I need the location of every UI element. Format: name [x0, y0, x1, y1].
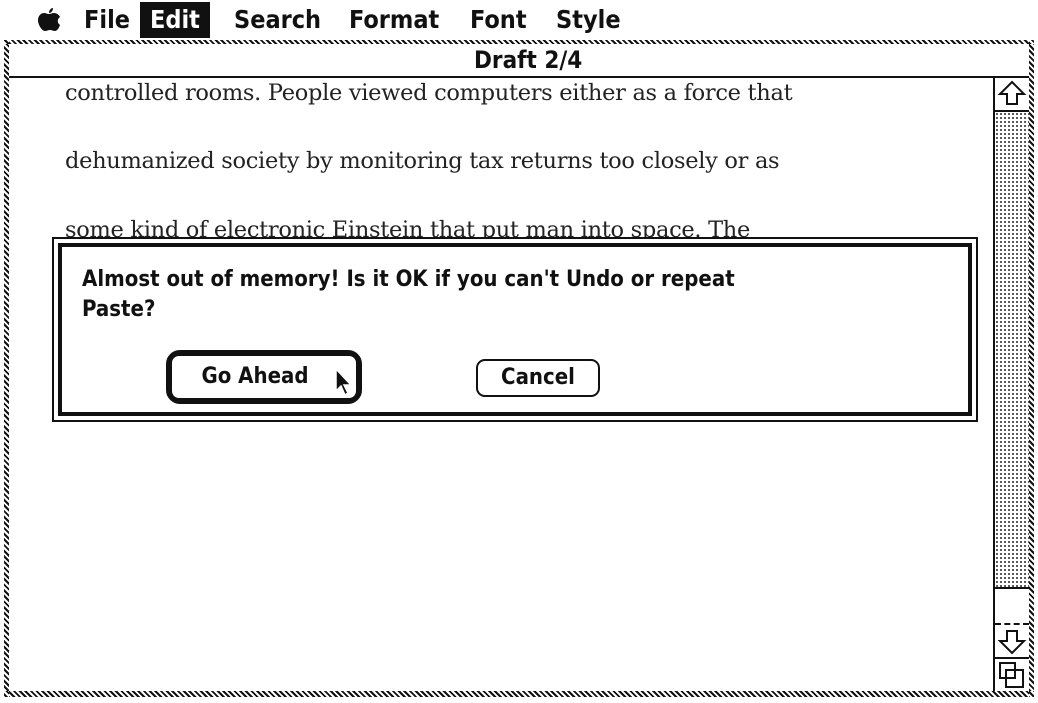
scroll-up-arrow-icon[interactable]	[995, 78, 1029, 108]
menu-edit[interactable]: Edit	[140, 2, 210, 38]
menu-font[interactable]: Font	[460, 2, 537, 38]
document-line: dehumanized society by monitoring tax re…	[65, 148, 780, 174]
cancel-button[interactable]: Cancel	[476, 359, 600, 397]
scroll-thumb[interactable]	[995, 587, 1029, 625]
document-line: controlled rooms. People viewed computer…	[65, 80, 793, 106]
menu-search[interactable]: Search	[224, 2, 331, 38]
menu-style[interactable]: Style	[546, 2, 631, 38]
scroll-down-arrow-icon[interactable]	[995, 627, 1029, 657]
mouse-pointer-icon	[335, 367, 353, 397]
title-bar[interactable]: Draft 2/4	[9, 44, 1029, 78]
dialog-message-line: Paste?	[82, 297, 156, 322]
window-title: Draft 2/4	[474, 46, 583, 74]
size-box-icon[interactable]	[995, 657, 1029, 691]
dialog-border: Almost out of memory! Is it OK if you ca…	[58, 243, 972, 416]
go-ahead-button[interactable]: Go Ahead	[170, 354, 358, 400]
dialog-message-line: Almost out of memory! Is it OK if you ca…	[82, 267, 735, 292]
menu-file[interactable]: File	[74, 2, 140, 38]
menu-format[interactable]: Format	[339, 2, 449, 38]
menu-bar: File Edit Search Format Font Style	[0, 0, 1038, 40]
dialog-message: Almost out of memory! Is it OK if you ca…	[82, 265, 902, 325]
scroll-track[interactable]	[995, 110, 1029, 589]
vertical-scrollbar[interactable]	[993, 78, 1029, 691]
apple-menu-icon[interactable]	[36, 6, 62, 34]
alert-dialog: Almost out of memory! Is it OK if you ca…	[52, 237, 978, 422]
